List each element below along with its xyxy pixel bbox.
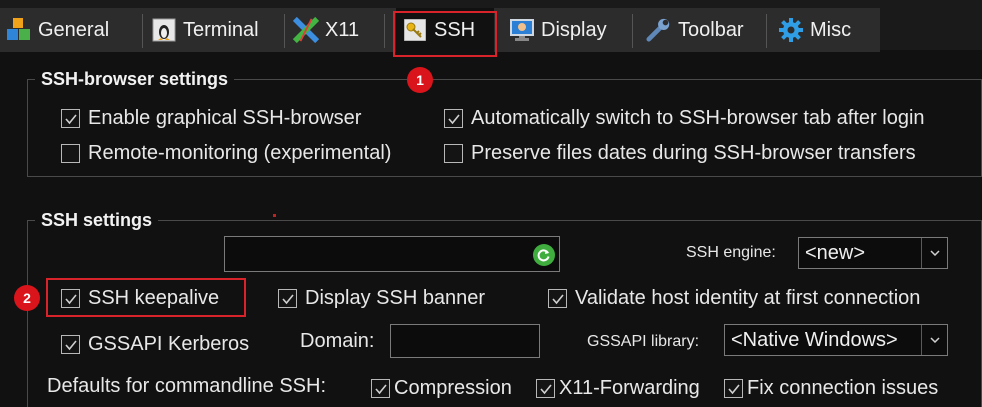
check-icon xyxy=(374,383,387,394)
stray-mark xyxy=(273,214,276,217)
auto-switch-browser-tab-checkbox[interactable]: Automatically switch to SSH-browser tab … xyxy=(444,107,925,130)
tab-x11[interactable]: X11 xyxy=(287,8,385,52)
ssh-command-field[interactable] xyxy=(224,236,560,272)
checkbox-label: Remote-monitoring (experimental) xyxy=(88,142,392,164)
annotation-badge-2: 2 xyxy=(14,285,40,311)
wrench-icon xyxy=(646,17,672,43)
gssapi-kerberos-checkbox[interactable]: GSSAPI Kerberos xyxy=(61,333,249,356)
check-icon xyxy=(539,383,552,394)
checkbox-label: SSH keepalive xyxy=(88,287,220,309)
checkbox-box[interactable] xyxy=(371,379,390,398)
tab-separator xyxy=(632,14,633,48)
ssh-engine-label: SSH engine: xyxy=(686,244,776,261)
checkbox-label: Compression xyxy=(394,377,512,399)
check-icon xyxy=(281,293,294,304)
check-icon xyxy=(447,113,460,124)
defaults-commandline-label: Defaults for commandline SSH: xyxy=(47,375,327,397)
check-icon xyxy=(551,293,564,304)
check-icon xyxy=(64,113,77,124)
checkbox-box[interactable] xyxy=(278,289,297,308)
checkbox-box[interactable] xyxy=(61,144,80,163)
tab-separator xyxy=(384,14,385,48)
monitor-icon xyxy=(509,17,535,43)
terminal-penguin-icon xyxy=(151,17,177,43)
ssh-engine-select[interactable]: <new> xyxy=(798,237,948,269)
enable-ssh-browser-checkbox[interactable]: Enable graphical SSH-browser xyxy=(61,107,361,130)
ssh-keepalive-checkbox[interactable]: SSH keepalive xyxy=(61,287,219,310)
x11-icon xyxy=(293,17,319,43)
checkbox-label: Preserve files dates during SSH-browser … xyxy=(471,142,916,164)
domain-input[interactable] xyxy=(390,324,540,358)
checkbox-box[interactable] xyxy=(61,335,80,354)
tab-separator xyxy=(142,14,143,48)
chevron-down-icon[interactable] xyxy=(921,325,947,355)
domain-label: Domain: xyxy=(300,330,375,352)
check-icon xyxy=(64,339,77,350)
tab-label: General xyxy=(38,18,110,41)
x11-forwarding-checkbox[interactable]: X11-Forwarding xyxy=(536,377,700,400)
tab-display[interactable]: Display xyxy=(503,8,633,52)
ssh-engine-value: <new> xyxy=(805,241,866,264)
cubes-icon xyxy=(6,17,32,43)
gssapi-library-select[interactable]: <Native Windows> xyxy=(724,324,948,356)
refresh-icon[interactable] xyxy=(533,244,555,266)
checkbox-box[interactable] xyxy=(536,379,555,398)
gear-icon xyxy=(778,17,804,43)
tab-label: Misc xyxy=(810,18,852,41)
annotation-badge-1: 1 xyxy=(407,67,433,93)
validate-host-identity-checkbox[interactable]: Validate host identity at first connecti… xyxy=(548,287,920,310)
checkbox-label: X11-Forwarding xyxy=(559,377,700,399)
display-ssh-banner-checkbox[interactable]: Display SSH banner xyxy=(278,287,485,310)
tab-toolbar[interactable]: Toolbar xyxy=(640,8,767,52)
gssapi-library-label: GSSAPI library: xyxy=(587,333,700,350)
chevron-down-icon[interactable] xyxy=(921,238,947,268)
compression-checkbox[interactable]: Compression xyxy=(371,377,512,400)
tab-misc[interactable]: Misc xyxy=(772,8,880,52)
checkbox-box[interactable] xyxy=(548,289,567,308)
tab-label: Display xyxy=(541,18,607,41)
tab-label: Toolbar xyxy=(678,18,744,41)
fix-connection-issues-checkbox[interactable]: Fix connection issues xyxy=(724,377,938,400)
group-title-ssh-settings: SSH settings xyxy=(35,210,159,231)
checkbox-box[interactable] xyxy=(61,289,80,308)
preserve-file-dates-checkbox[interactable]: Preserve files dates during SSH-browser … xyxy=(444,142,916,165)
tab-terminal[interactable]: Terminal xyxy=(145,8,285,52)
tab-general[interactable]: General xyxy=(0,8,143,52)
check-icon xyxy=(64,293,77,304)
checkbox-box[interactable] xyxy=(444,144,463,163)
highlight-box-ssh-tab xyxy=(393,11,497,57)
tab-label: Terminal xyxy=(183,18,259,41)
checkbox-label: Fix connection issues xyxy=(747,377,939,399)
remote-monitoring-checkbox[interactable]: Remote-monitoring (experimental) xyxy=(61,142,391,165)
checkbox-label: Automatically switch to SSH-browser tab … xyxy=(471,107,925,129)
checkbox-box[interactable] xyxy=(724,379,743,398)
tab-label: X11 xyxy=(325,18,360,41)
tab-separator xyxy=(284,14,285,48)
checkbox-label: Validate host identity at first connecti… xyxy=(575,287,921,309)
tab-bar-empty xyxy=(880,8,982,50)
checkbox-box[interactable] xyxy=(61,109,80,128)
tab-separator xyxy=(766,14,767,48)
checkbox-label: GSSAPI Kerberos xyxy=(88,333,250,355)
check-icon xyxy=(727,383,740,394)
checkbox-box[interactable] xyxy=(444,109,463,128)
group-title-ssh-browser: SSH-browser settings xyxy=(35,69,235,90)
checkbox-label: Enable graphical SSH-browser xyxy=(88,107,362,129)
checkbox-label: Display SSH banner xyxy=(305,287,486,309)
gssapi-library-value: <Native Windows> xyxy=(731,328,898,351)
